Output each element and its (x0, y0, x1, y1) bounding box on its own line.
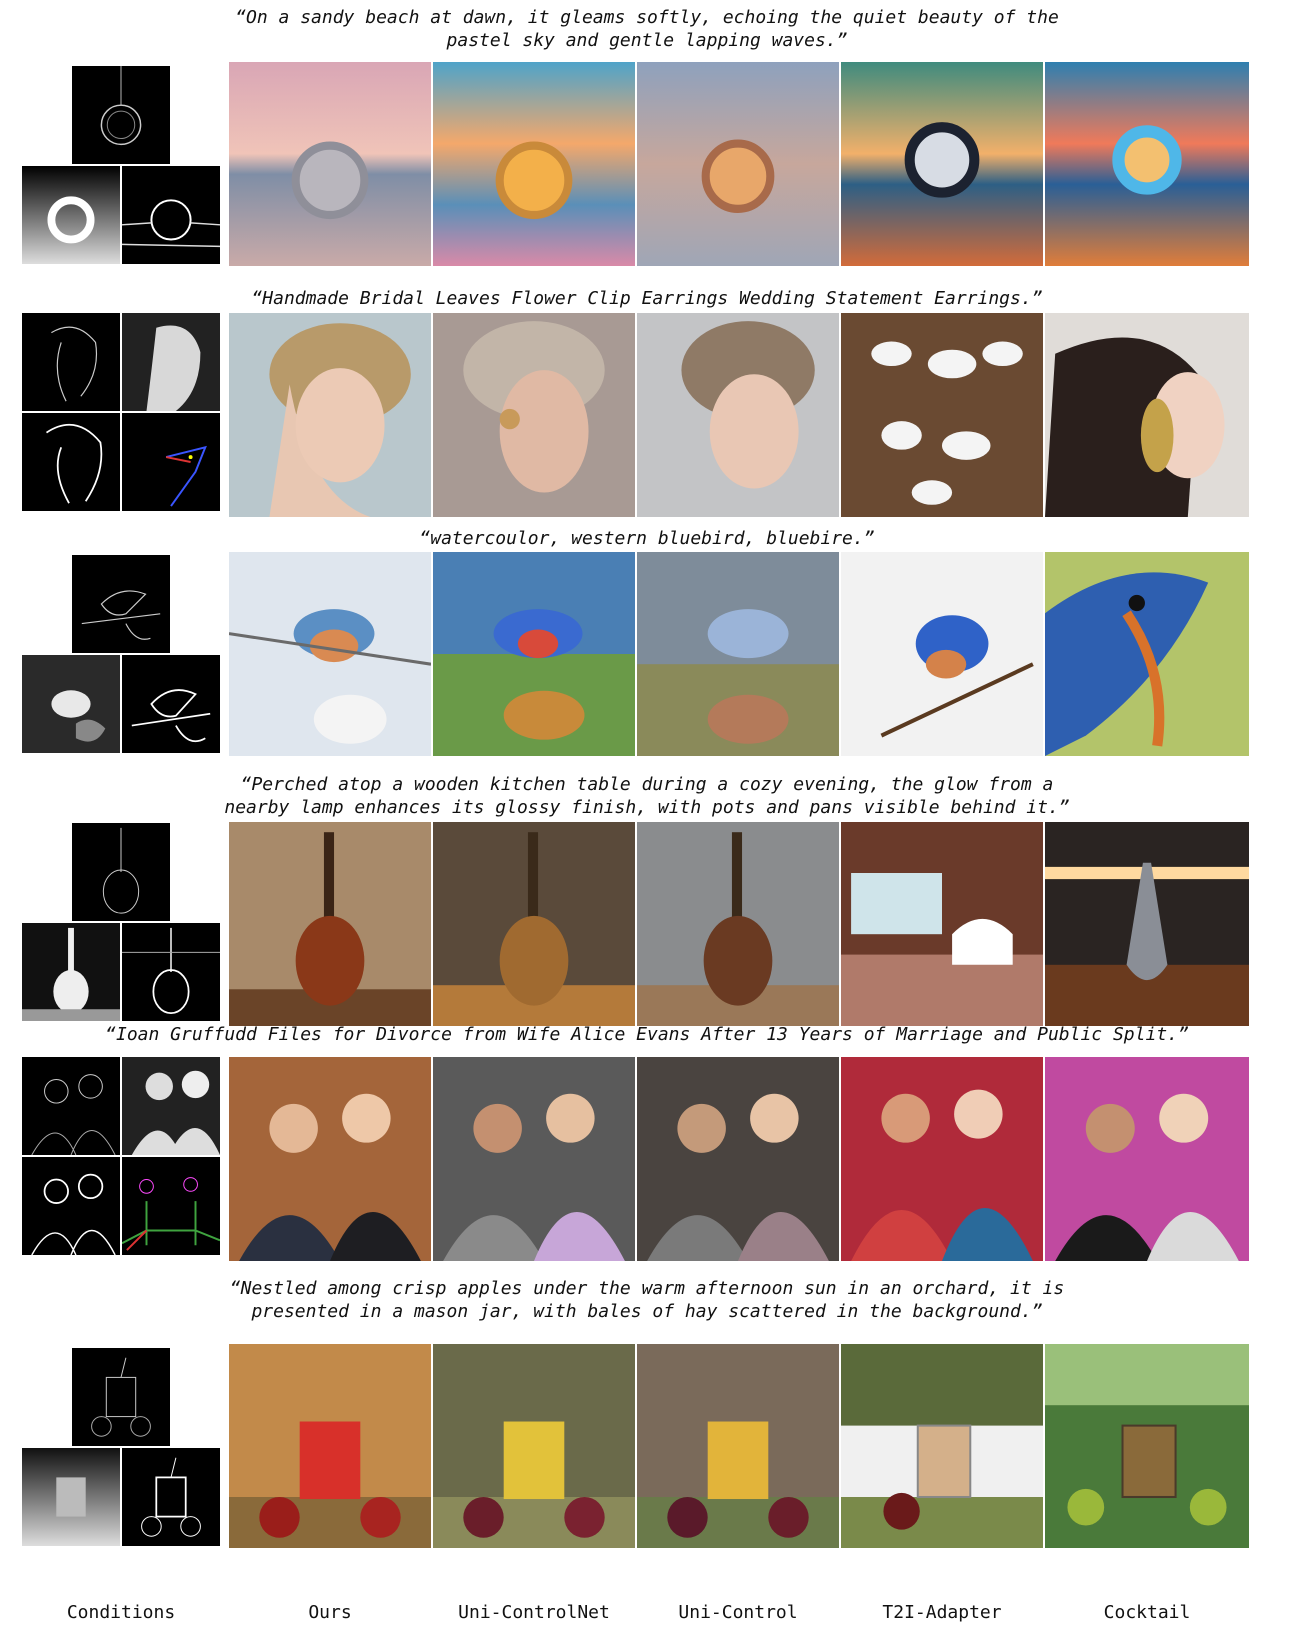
couple-uni-controlnet-image (433, 1057, 635, 1261)
caption-row-1: “On a sandy beach at dawn, it gleams sof… (235, 7, 1059, 51)
pendant-cocktail-image (1045, 62, 1249, 266)
earring-uni-controlnet-image (433, 313, 635, 517)
mandolin-t2i-adapter-image (841, 822, 1043, 1026)
label-cocktail: Cocktail (1103, 1602, 1191, 1623)
jar-cocktail-image (1045, 1344, 1249, 1548)
condition-hed-couple (22, 1157, 120, 1255)
condition-hed-jar (122, 1448, 220, 1546)
condition-canny-pendant (72, 66, 170, 164)
label-t2i-adapter: T2I-Adapter (882, 1602, 1002, 1623)
mandolin-uni-controlnet-image (433, 822, 635, 1026)
caption-row-5: “Ioan Gruffudd Files for Divorce from Wi… (105, 1024, 1189, 1045)
condition-depth-pendant (22, 166, 120, 264)
bird-ours-image (229, 552, 431, 756)
condition-depth-bird (22, 655, 120, 753)
condition-hed-pendant (122, 166, 220, 264)
mandolin-uni-control-image (637, 822, 839, 1026)
condition-depth-jar (22, 1448, 120, 1546)
jar-ours-image (229, 1344, 431, 1548)
couple-ours-image (229, 1057, 431, 1261)
earring-ours-image (229, 313, 431, 517)
condition-hed-earring (22, 413, 120, 511)
caption-row-2: “Handmade Bridal Leaves Flower Clip Earr… (251, 288, 1043, 309)
pendant-t2i-adapter-image (841, 62, 1043, 266)
jar-uni-controlnet-image (433, 1344, 635, 1548)
condition-hed-mandolin (122, 923, 220, 1021)
jar-t2i-adapter-image (841, 1344, 1043, 1548)
pendant-uni-controlnet-image (433, 62, 635, 266)
caption-row-6: “Nestled among crisp apples under the wa… (229, 1278, 1065, 1322)
condition-pose-earring (122, 413, 220, 511)
condition-canny-mandolin (72, 823, 170, 921)
mandolin-ours-image (229, 822, 431, 1026)
bird-t2i-adapter-image (841, 552, 1043, 756)
caption-row-4: “Perched atop a wooden kitchen table dur… (224, 774, 1070, 818)
condition-depth-mandolin (22, 923, 120, 1021)
label-uni-controlnet: Uni-ControlNet (458, 1602, 610, 1623)
condition-canny-earring (22, 313, 120, 411)
mandolin-cocktail-image (1045, 822, 1249, 1026)
condition-canny-bird (72, 555, 170, 653)
couple-t2i-adapter-image (841, 1057, 1043, 1261)
condition-canny-jar (72, 1348, 170, 1446)
label-ours: Ours (308, 1602, 352, 1623)
label-conditions: Conditions (66, 1602, 176, 1623)
condition-hed-bird (122, 655, 220, 753)
condition-pose-couple (122, 1157, 220, 1255)
condition-depth-earring (122, 313, 220, 411)
caption-row-3: “watercoulor, western bluebird, bluebire… (419, 528, 875, 549)
bird-cocktail-image (1045, 552, 1249, 756)
earring-t2i-adapter-image (841, 313, 1043, 517)
pendant-ours-image (229, 62, 431, 266)
earring-uni-control-image (637, 313, 839, 517)
pendant-uni-control-image (637, 62, 839, 266)
label-uni-control: Uni-Control (678, 1602, 798, 1623)
bird-uni-control-image (637, 552, 839, 756)
couple-cocktail-image (1045, 1057, 1249, 1261)
earring-cocktail-image (1045, 313, 1249, 517)
condition-depth-couple (122, 1057, 220, 1155)
condition-canny-couple (22, 1057, 120, 1155)
jar-uni-control-image (637, 1344, 839, 1548)
bird-uni-controlnet-image (433, 552, 635, 756)
couple-uni-control-image (637, 1057, 839, 1261)
